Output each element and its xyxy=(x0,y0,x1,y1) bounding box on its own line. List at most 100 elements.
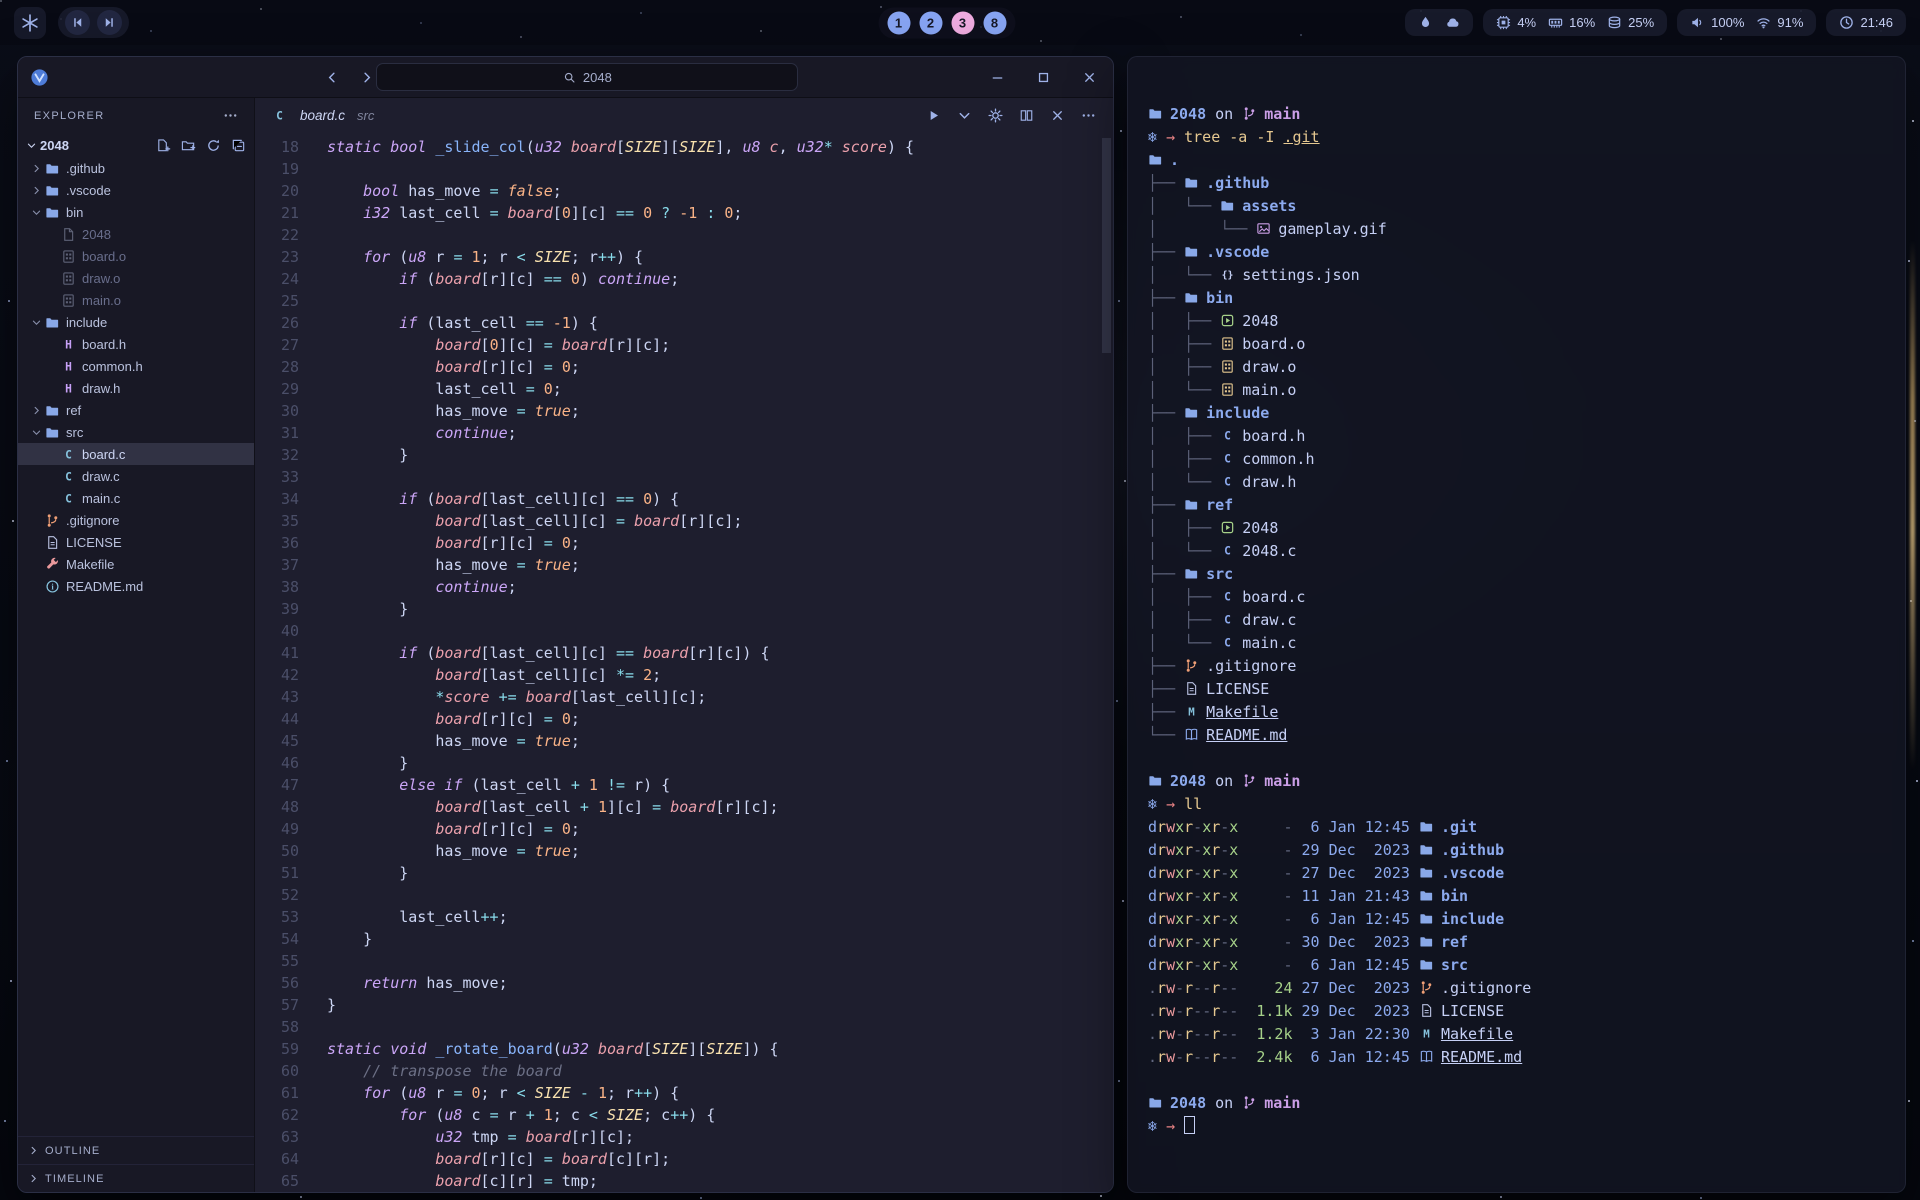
file-item-.gitignore[interactable]: .gitignore xyxy=(18,509,254,531)
code-line[interactable]: 42 board[last_cell][c] *= 2; xyxy=(255,664,1113,686)
file-item-2048[interactable]: 2048 xyxy=(18,223,254,245)
terminal-window[interactable]: 2048 on main❄ → tree -a -I .git.├── .git… xyxy=(1127,56,1906,1193)
code-line[interactable]: 39 } xyxy=(255,598,1113,620)
file-item-draw.c[interactable]: draw.c xyxy=(18,465,254,487)
editor-scrollbar[interactable] xyxy=(1102,138,1111,353)
next-button[interactable] xyxy=(97,10,122,35)
code-line[interactable]: 47 else if (last_cell + 1 != r) { xyxy=(255,774,1113,796)
nix-logo-button[interactable] xyxy=(14,7,46,39)
code-line[interactable]: 32 } xyxy=(255,444,1113,466)
code-line[interactable]: 27 board[0][c] = board[r][c]; xyxy=(255,334,1113,356)
explorer-more-icon[interactable] xyxy=(223,108,238,123)
terminal-link[interactable]: Makefile xyxy=(1441,1025,1513,1043)
breadcrumb-context[interactable]: src xyxy=(357,108,374,123)
code-line[interactable]: 64 board[r][c] = board[c][r]; xyxy=(255,1148,1113,1170)
file-item-board.h[interactable]: board.h xyxy=(18,333,254,355)
code-line[interactable]: 46 } xyxy=(255,752,1113,774)
file-item-ref[interactable]: ref xyxy=(18,399,254,421)
code-line[interactable]: 48 board[last_cell + 1][c] = board[r][c]… xyxy=(255,796,1113,818)
refresh-button[interactable] xyxy=(205,137,221,153)
weather-widget[interactable] xyxy=(1405,9,1473,36)
code-line[interactable]: 34 if (board[last_cell][c] == 0) { xyxy=(255,488,1113,510)
code-line[interactable]: 65 board[c][r] = tmp; xyxy=(255,1170,1113,1192)
code-editor[interactable]: 18static bool _slide_col(u32 board[SIZE]… xyxy=(255,132,1113,1192)
code-line[interactable]: 61 for (u8 r = 0; r < SIZE - 1; r++) { xyxy=(255,1082,1113,1104)
code-line[interactable]: 53 last_cell++; xyxy=(255,906,1113,928)
prev-button[interactable] xyxy=(65,10,90,35)
code-line[interactable]: 22 xyxy=(255,224,1113,246)
file-item-board.o[interactable]: board.o xyxy=(18,245,254,267)
file-item-LICENSE[interactable]: LICENSE xyxy=(18,531,254,553)
file-item-Makefile[interactable]: Makefile xyxy=(18,553,254,575)
file-item-include[interactable]: include xyxy=(18,311,254,333)
file-item-main.c[interactable]: main.c xyxy=(18,487,254,509)
file-item-src[interactable]: src xyxy=(18,421,254,443)
code-line[interactable]: 23 for (u8 r = 1; r < SIZE; r++) { xyxy=(255,246,1113,268)
more-button[interactable] xyxy=(1079,106,1097,124)
code-line[interactable]: 56 return has_move; xyxy=(255,972,1113,994)
settings-button[interactable] xyxy=(986,106,1004,124)
maximize-button[interactable] xyxy=(1034,68,1053,87)
minimize-button[interactable] xyxy=(988,68,1007,87)
file-item-.vscode[interactable]: .vscode xyxy=(18,179,254,201)
code-line[interactable]: 51 } xyxy=(255,862,1113,884)
editor-titlebar[interactable]: 2048 xyxy=(18,57,1113,98)
code-line[interactable]: 26 if (last_cell == -1) { xyxy=(255,312,1113,334)
collapse-button[interactable] xyxy=(230,137,246,153)
chev-down-button[interactable] xyxy=(955,106,973,124)
terminal-link[interactable]: README.md xyxy=(1441,1048,1522,1066)
code-line[interactable]: 58 xyxy=(255,1016,1113,1038)
clock-widget[interactable]: 21:46 xyxy=(1826,9,1906,36)
code-line[interactable]: 41 if (board[last_cell][c] == board[r][c… xyxy=(255,642,1113,664)
code-line[interactable]: 63 u32 tmp = board[r][c]; xyxy=(255,1126,1113,1148)
close-button[interactable] xyxy=(1080,68,1099,87)
code-line[interactable]: 29 last_cell = 0; xyxy=(255,378,1113,400)
code-line[interactable]: 59static void _rotate_board(u32 board[SI… xyxy=(255,1038,1113,1060)
command-center-search[interactable]: 2048 xyxy=(376,63,798,91)
code-line[interactable]: 37 has_move = true; xyxy=(255,554,1113,576)
code-line[interactable]: 45 has_move = true; xyxy=(255,730,1113,752)
code-line[interactable]: 36 board[r][c] = 0; xyxy=(255,532,1113,554)
project-root-row[interactable]: 2048 xyxy=(18,133,254,157)
code-line[interactable]: 62 for (u8 c = r + 1; c < SIZE; c++) { xyxy=(255,1104,1113,1126)
file-item-common.h[interactable]: common.h xyxy=(18,355,254,377)
file-item-draw.o[interactable]: draw.o xyxy=(18,267,254,289)
outline-panel-header[interactable]: OUTLINE xyxy=(18,1136,254,1164)
file-item-README.md[interactable]: README.md xyxy=(18,575,254,597)
workspace-1[interactable]: 1 xyxy=(887,11,910,34)
file-item-bin[interactable]: bin xyxy=(18,201,254,223)
code-line[interactable]: 21 i32 last_cell = board[0][c] == 0 ? -1… xyxy=(255,202,1113,224)
code-line[interactable]: 24 if (board[r][c] == 0) continue; xyxy=(255,268,1113,290)
code-line[interactable]: 25 xyxy=(255,290,1113,312)
forward-button[interactable] xyxy=(355,66,377,88)
code-line[interactable]: 43 *score += board[last_cell][c]; xyxy=(255,686,1113,708)
code-line[interactable]: 31 continue; xyxy=(255,422,1113,444)
system-stats-widget[interactable]: 4%16%25% xyxy=(1483,9,1667,36)
code-line[interactable]: 19 xyxy=(255,158,1113,180)
breadcrumb-file[interactable]: board.c xyxy=(300,108,345,123)
code-line[interactable]: 40 xyxy=(255,620,1113,642)
file-item-main.o[interactable]: main.o xyxy=(18,289,254,311)
code-line[interactable]: 30 has_move = true; xyxy=(255,400,1113,422)
code-line[interactable]: 38 continue; xyxy=(255,576,1113,598)
terminal-link[interactable]: Makefile xyxy=(1206,703,1278,721)
workspace-3[interactable]: 3 xyxy=(951,11,974,34)
file-item-board.c[interactable]: board.c xyxy=(18,443,254,465)
code-line[interactable]: 18static bool _slide_col(u32 board[SIZE]… xyxy=(255,136,1113,158)
terminal-link[interactable]: README.md xyxy=(1206,726,1287,744)
code-line[interactable]: 55 xyxy=(255,950,1113,972)
code-line[interactable]: 20 bool has_move = false; xyxy=(255,180,1113,202)
split-button[interactable] xyxy=(1017,106,1035,124)
back-button[interactable] xyxy=(321,66,343,88)
audio-network-widget[interactable]: 100%91% xyxy=(1677,9,1816,36)
file-item-.github[interactable]: .github xyxy=(18,157,254,179)
new-folder-button[interactable] xyxy=(180,137,196,153)
play-button[interactable] xyxy=(924,106,942,124)
code-line[interactable]: 33 xyxy=(255,466,1113,488)
timeline-panel-header[interactable]: TIMELINE xyxy=(18,1164,254,1192)
terminal-link[interactable]: .git xyxy=(1283,128,1319,146)
code-line[interactable]: 54 } xyxy=(255,928,1113,950)
code-line[interactable]: 57} xyxy=(255,994,1113,1016)
workspace-8[interactable]: 8 xyxy=(983,11,1006,34)
code-line[interactable]: 52 xyxy=(255,884,1113,906)
